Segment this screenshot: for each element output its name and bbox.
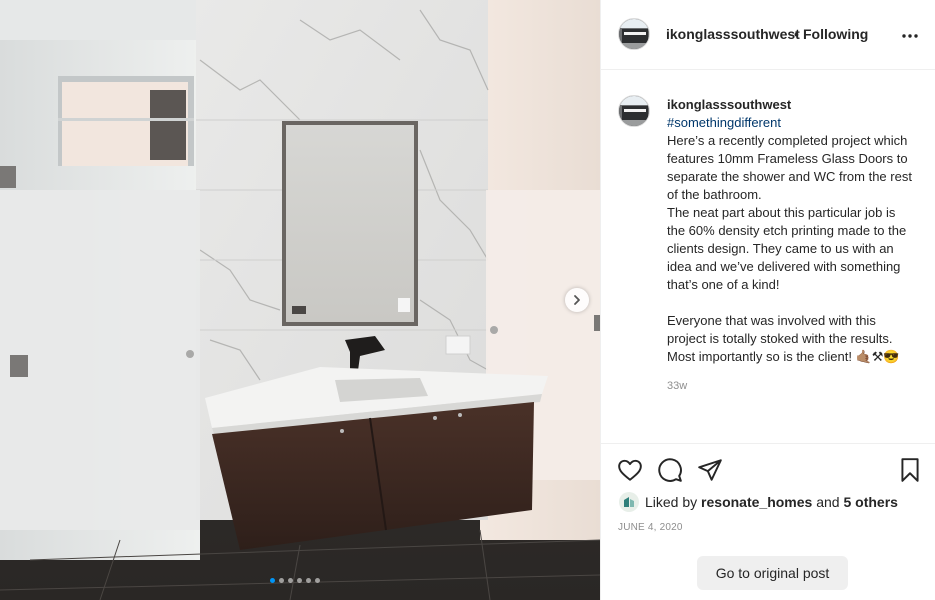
liker-avatar[interactable]: [619, 492, 639, 512]
caption-timestamp[interactable]: 33w: [667, 377, 917, 395]
storefront-avatar-image: [619, 19, 649, 49]
post-image: [0, 0, 600, 600]
next-image-button[interactable]: [565, 288, 589, 312]
caption-section: ikonglasssouthwest #somethingdifferent H…: [601, 70, 935, 444]
username-link[interactable]: ikonglasssouthwest: [666, 26, 800, 42]
carousel-dot: [306, 578, 311, 583]
caption-text: ikonglasssouthwest #somethingdifferent H…: [667, 96, 917, 395]
post-header: ikonglasssouthwest • Following: [601, 0, 935, 70]
others-link[interactable]: 5 others: [843, 494, 897, 510]
carousel-dot: [297, 578, 302, 583]
storefront-avatar-image: [619, 96, 649, 126]
caption-body: Here’s a recently completed project whic…: [667, 133, 912, 364]
post-date[interactable]: JUNE 4, 2020: [618, 522, 683, 533]
following-button[interactable]: Following: [803, 26, 868, 42]
carousel-dot: [270, 578, 275, 583]
liker-logo-icon: [624, 497, 634, 507]
bathroom-photo: [0, 0, 600, 600]
liker-username-link[interactable]: resonate_homes: [701, 494, 812, 510]
carousel-dot: [288, 578, 293, 583]
likes-summary: Liked by resonate_homes and 5 others: [619, 492, 898, 512]
more-options-icon[interactable]: [901, 28, 919, 44]
share-icon[interactable]: [697, 457, 723, 483]
chevron-right-icon: [574, 295, 580, 305]
carousel-indicator: [270, 578, 320, 583]
avatar[interactable]: [618, 95, 650, 127]
bookmark-icon[interactable]: [897, 457, 923, 483]
carousel-dot: [279, 578, 284, 583]
caption-username-link[interactable]: ikonglasssouthwest: [667, 96, 917, 114]
hashtag-link[interactable]: #somethingdifferent: [667, 114, 917, 132]
comment-icon[interactable]: [657, 457, 683, 483]
go-to-original-post-button[interactable]: Go to original post: [697, 556, 848, 590]
separator-dot: •: [794, 26, 799, 42]
liked-by-prefix: Liked by: [645, 494, 698, 510]
action-bar: [601, 450, 935, 490]
carousel-dot: [315, 578, 320, 583]
heart-icon[interactable]: [617, 457, 643, 483]
avatar[interactable]: [618, 18, 650, 50]
post-sidebar: ikonglasssouthwest • Following ikonglass…: [600, 0, 935, 600]
likes-joiner: and: [816, 494, 840, 510]
